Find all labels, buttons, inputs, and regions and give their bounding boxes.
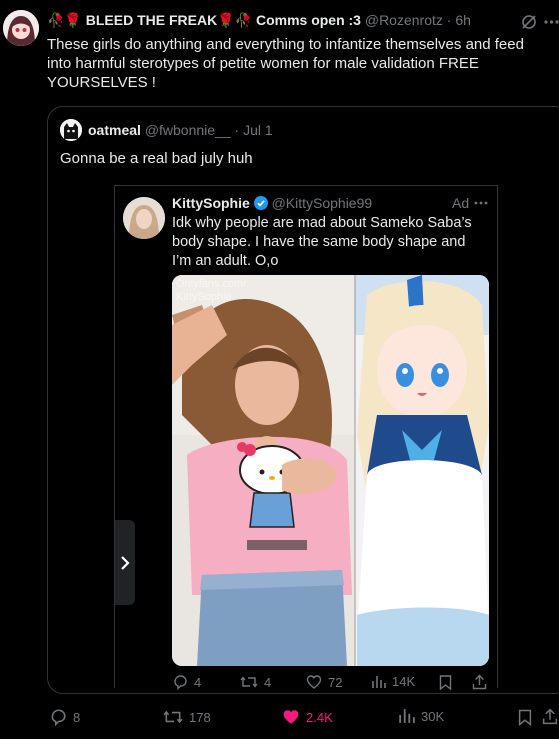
- nested-display-name[interactable]: KittySophie: [172, 195, 250, 211]
- chevron-right-icon: [121, 555, 130, 570]
- like-count: 2.4K: [306, 709, 333, 725]
- retweet-icon: [163, 710, 183, 724]
- reply-icon: [51, 709, 66, 726]
- tweet-header: 🥀🌹 BLEED THE FREAK🌹🥀 Comms open :3 @Roze…: [47, 12, 507, 32]
- author-handle[interactable]: @Rozenrotz: [365, 12, 443, 28]
- author-display-name[interactable]: 🥀🌹 BLEED THE FREAK🌹🥀 Comms open :3: [47, 12, 361, 28]
- verified-badge-icon: [253, 196, 268, 210]
- nested-handle[interactable]: @KittySophie99: [272, 195, 373, 211]
- media-illustration: [172, 275, 489, 666]
- nested-retweet-count: 4: [264, 674, 272, 690]
- reply-icon: [174, 675, 187, 690]
- views-icon: [372, 675, 386, 688]
- cat-icon: [60, 119, 82, 141]
- view-count: 30K: [421, 708, 445, 724]
- retweet-icon: [240, 676, 258, 688]
- tweet-text: These girls do anything and everything t…: [47, 36, 524, 91]
- bookmark-icon[interactable]: [518, 709, 532, 726]
- like-button[interactable]: 2.4K: [282, 708, 333, 726]
- nested-reply-button[interactable]: 4: [172, 674, 201, 690]
- quote-handle[interactable]: @fwbonnie__: [145, 122, 231, 138]
- media-prev-arrow[interactable]: [115, 520, 135, 605]
- heart-filled-icon: [283, 710, 299, 724]
- nested-share-icon[interactable]: [472, 674, 487, 690]
- media-watermark: Onlyfans.com/ KittySophie: [176, 278, 247, 303]
- nested-text: Idk why people are mad about Sameko Saba…: [172, 215, 472, 269]
- retweet-count: 178: [189, 709, 211, 725]
- quote-header: oatmeal @fwbonnie__ · Jul 1: [88, 122, 388, 138]
- tweet-time[interactable]: · 6h: [447, 12, 471, 28]
- more-options-icon[interactable]: [544, 20, 559, 24]
- nested-views-button[interactable]: 14K: [372, 674, 415, 689]
- reply-count: 8: [73, 709, 81, 725]
- quote-text: Gonna be a real bad july huh: [60, 150, 253, 167]
- nested-header: KittySophie @KittySophie99: [172, 195, 492, 213]
- nested-reply-count: 4: [194, 674, 202, 690]
- quote-time[interactable]: · Jul 1: [235, 122, 273, 138]
- nested-view-count: 14K: [392, 674, 416, 689]
- avatar-photo: [123, 197, 165, 239]
- share-icon[interactable]: [542, 708, 558, 725]
- grok-icon[interactable]: [520, 13, 538, 31]
- retweet-button[interactable]: 178: [163, 708, 211, 726]
- ad-label: Ad: [452, 195, 470, 211]
- quote-avatar[interactable]: [60, 119, 82, 141]
- quote-display-name[interactable]: oatmeal: [88, 122, 141, 138]
- nested-like-count: 72: [328, 674, 343, 690]
- nested-more-icon[interactable]: [474, 201, 488, 205]
- views-button[interactable]: 30K: [399, 708, 444, 724]
- heart-outline-icon: [306, 675, 322, 689]
- reply-button[interactable]: 8: [49, 708, 80, 726]
- author-avatar[interactable]: [3, 10, 39, 46]
- nested-retweet-button[interactable]: 4: [240, 674, 271, 690]
- views-icon: [399, 709, 415, 723]
- nested-bookmark-icon[interactable]: [439, 675, 452, 690]
- media-image[interactable]: Onlyfans.com/ KittySophie: [172, 275, 489, 666]
- nested-like-button[interactable]: 72: [306, 674, 342, 690]
- avatar-illustration: [3, 10, 39, 46]
- nested-avatar[interactable]: [123, 197, 165, 239]
